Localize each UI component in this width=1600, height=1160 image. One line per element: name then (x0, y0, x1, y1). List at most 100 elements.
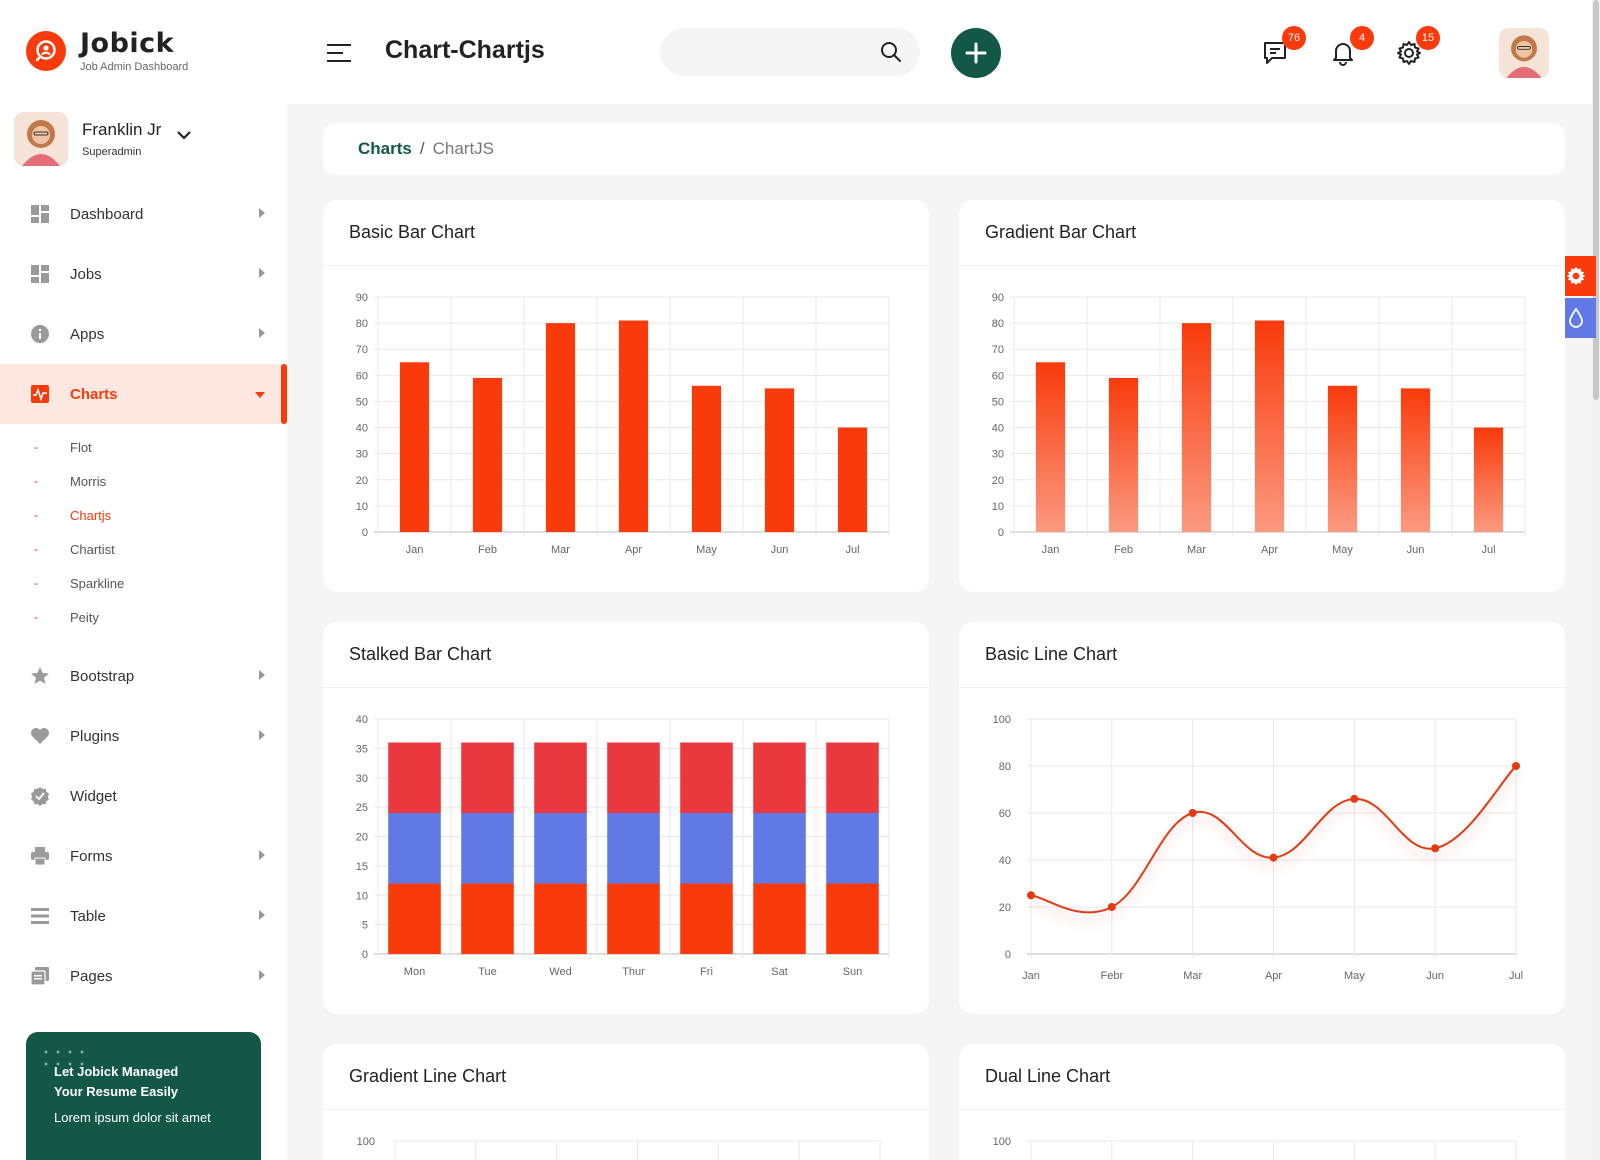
hamburger-menu-icon[interactable] (327, 44, 351, 67)
submenu-item-chartist[interactable]: - Chartist (0, 532, 287, 566)
submenu-item-label: Chartjs (70, 507, 112, 523)
top-header: Chart-Chartjs 76 4 15 (287, 0, 1592, 104)
bar (545, 323, 576, 532)
badge-check-icon (30, 786, 50, 806)
bar (472, 377, 503, 532)
card-title: Dual Line Chart (959, 1044, 1565, 1110)
y-tick-label: 100 (993, 714, 1011, 726)
bar-segment (826, 742, 879, 813)
grid-icon (30, 264, 50, 284)
chart-pulse-icon (30, 384, 50, 404)
bar (1473, 427, 1504, 532)
sidebar-item-label: Charts (70, 385, 118, 403)
brand[interactable]: Jobick Job Admin Dashboard (26, 28, 188, 73)
chevron-down-icon[interactable] (177, 127, 192, 145)
x-tick-label: Jun (771, 544, 789, 556)
y-tick-label: 90 (992, 292, 1004, 304)
search-icon[interactable] (880, 41, 902, 68)
data-point (1107, 903, 1116, 911)
data-point (1431, 844, 1440, 853)
scrollbar-thumb[interactable] (1593, 0, 1599, 400)
x-tick-label: Apr (1265, 970, 1282, 982)
y-tick-label: 100 (357, 1136, 375, 1148)
bar (837, 427, 868, 532)
submenu-item-label: Morris (70, 473, 107, 489)
bar (1327, 385, 1358, 532)
y-tick-label: 35 (356, 743, 368, 755)
page-title: Chart-Chartjs (385, 36, 545, 64)
y-tick-label: 10 (356, 501, 368, 513)
x-tick-label: May (1332, 544, 1353, 556)
y-tick-label: 20 (992, 475, 1004, 487)
notifications-button[interactable]: 4 (1328, 26, 1374, 68)
y-tick-label: 60 (992, 370, 1004, 382)
card-title: Stalked Bar Chart (323, 622, 929, 688)
dual-line-chart-card: Dual Line Chart 100 (959, 1044, 1565, 1160)
grid-icon (30, 204, 50, 224)
y-tick-label: 0 (362, 527, 368, 539)
list-icon (30, 906, 50, 926)
submenu-item-label: Sparkline (70, 575, 125, 591)
bar-segment (607, 813, 660, 884)
breadcrumb: Charts / ChartJS (323, 123, 1565, 175)
bar (1254, 320, 1285, 532)
brand-subtitle: Job Admin Dashboard (80, 61, 189, 73)
add-button[interactable] (951, 28, 1001, 78)
user-profile[interactable]: Franklin Jr Superadmin (14, 112, 274, 166)
sidebar-item-charts[interactable]: Charts (0, 364, 287, 424)
sidebar-item-dashboard[interactable]: Dashboard (0, 184, 287, 244)
brand-logo-icon (26, 30, 66, 71)
submenu-item-morris[interactable]: - Morris (0, 464, 287, 498)
y-tick-label: 100 (993, 1136, 1011, 1148)
sidebar-item-widget[interactable]: Widget (0, 766, 287, 826)
submenu-item-label: Peity (70, 609, 99, 625)
plus-icon (965, 42, 987, 64)
y-tick-label: 10 (356, 890, 368, 902)
bar-segment (461, 742, 514, 813)
sidebar-item-table[interactable]: Table (0, 886, 287, 946)
bar-segment (534, 813, 587, 884)
y-tick-label: 80 (992, 318, 1004, 330)
sidebar-item-apps[interactable]: Apps (0, 304, 287, 364)
submenu-item-chartjs[interactable]: - Chartjs (0, 498, 287, 532)
sidebar-item-bootstrap[interactable]: Bootstrap (0, 646, 287, 706)
sidebar-item-plugins[interactable]: Plugins (0, 706, 287, 766)
sidebar-item-label: Plugins (70, 727, 120, 745)
header-avatar[interactable] (1499, 28, 1549, 78)
basic-bar-chart: 0 10 20 30 40 50 60 70 80 90 Jan Feb Mar Apr May Jun Jul (356, 292, 890, 556)
submenu-item-sparkline[interactable]: - Sparkline (0, 566, 287, 600)
sidebar-item-label: Forms (70, 847, 113, 865)
settings-button[interactable]: 15 (1394, 26, 1440, 68)
sidebar-item-forms[interactable]: Forms (0, 826, 287, 886)
sidebar-item-jobs[interactable]: Jobs (0, 244, 287, 304)
x-tick-label: Jun (1426, 970, 1444, 982)
promo-card[interactable]: Let Jobick Managed Your Resume Easily Lo… (26, 1032, 261, 1160)
x-tick-label: May (1344, 970, 1365, 982)
messages-button[interactable]: 76 (1260, 26, 1306, 68)
y-tick-label: 90 (356, 292, 368, 304)
x-tick-label: Mar (551, 544, 570, 556)
chevron-right-icon (259, 970, 265, 980)
submenu-item-flot[interactable]: - Flot (0, 430, 287, 464)
charts-submenu: - Flot - Morris - Chartjs - Chartist - Sparkl… (0, 424, 287, 646)
chevron-right-icon (259, 328, 265, 338)
gradient-line-chart: 100 (357, 1136, 881, 1160)
search-input[interactable] (660, 28, 860, 76)
sidebar-item-label: Apps (70, 325, 105, 343)
sidebar-item-pages[interactable]: Pages (0, 946, 287, 1006)
y-tick-label: 5 (362, 920, 368, 932)
sidebar-item-label: Pages (70, 967, 113, 985)
page-scrollbar[interactable] (1592, 0, 1600, 1160)
star-icon (30, 666, 50, 686)
pages-icon (30, 966, 50, 986)
bar (399, 362, 430, 532)
x-tick-label: Mar (1187, 544, 1206, 556)
x-tick-label: Feb (1114, 544, 1133, 556)
sidebar-item-label: Table (70, 907, 106, 925)
promo-title-line1: Let Jobick Managed (54, 1064, 179, 1079)
bar-segment (461, 883, 514, 954)
submenu-item-peity[interactable]: - Peity (0, 600, 287, 634)
basic-bar-chart-card: Basic Bar Chart 0 10 20 30 40 50 60 70 80 90 Jan Fe… (323, 200, 929, 592)
breadcrumb-parent[interactable]: Charts (358, 139, 412, 159)
messages-badge: 76 (1282, 26, 1306, 50)
